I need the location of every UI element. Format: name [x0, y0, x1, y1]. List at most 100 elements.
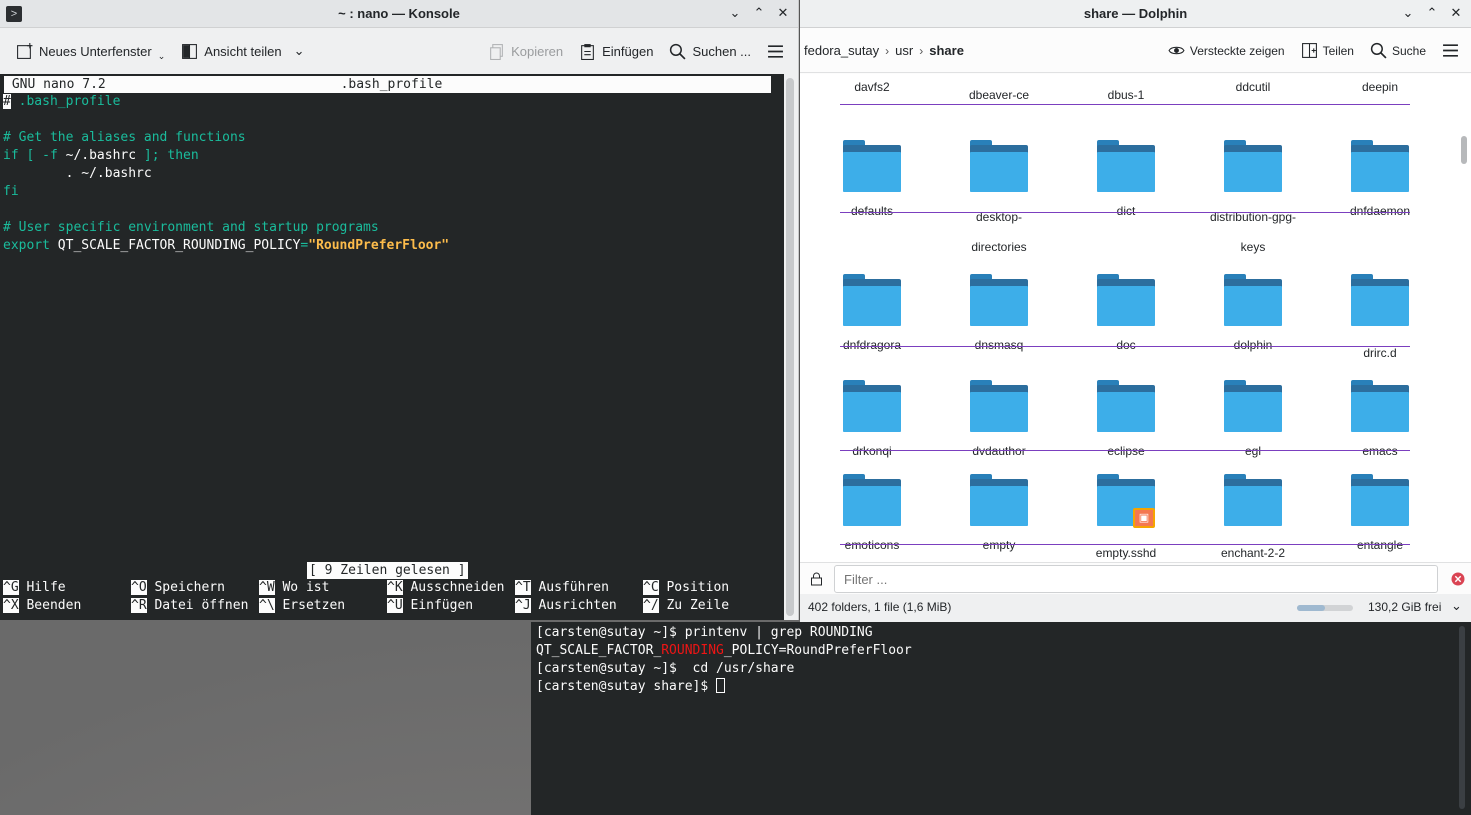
- search-button[interactable]: Suchen ...: [661, 43, 759, 60]
- shortcut-key: ^X: [3, 598, 19, 613]
- folder-item[interactable]: egl: [1193, 380, 1313, 466]
- breadcrumb-item[interactable]: share: [923, 43, 970, 58]
- folder-item[interactable]: davfs2: [812, 74, 932, 102]
- folder-item[interactable]: drkonqi: [812, 380, 932, 466]
- close-icon[interactable]: ✕: [1447, 4, 1465, 22]
- split-view-button[interactable]: Ansicht teilen ⌄: [173, 43, 312, 60]
- folder-icon: [1224, 274, 1282, 326]
- folder-item[interactable]: dnfdragora: [812, 274, 932, 360]
- breadcrumb-item[interactable]: usr: [889, 43, 919, 58]
- window-title: share — Dolphin: [1083, 6, 1188, 21]
- maximize-icon[interactable]: ⌃: [750, 4, 768, 22]
- folder-item[interactable]: defaults: [812, 140, 932, 226]
- dolphin-titlebar[interactable]: share — Dolphin ⌄ ⌃ ✕: [800, 0, 1471, 28]
- editor-line: # User specific environment and startup …: [3, 220, 379, 235]
- folder-item[interactable]: dnfdaemon: [1320, 140, 1440, 226]
- minimize-icon[interactable]: ⌄: [1399, 4, 1417, 22]
- shortcut-item: ^C Position: [643, 579, 729, 597]
- shortcut-label: Einfügen: [410, 598, 474, 613]
- hamburger-menu-icon[interactable]: [759, 43, 792, 60]
- disk-usage-fill: [1297, 605, 1325, 611]
- shortcut-label: Hilfe: [26, 580, 66, 595]
- folder-name: dvdauthor: [972, 444, 1026, 458]
- terminal-scrollbar[interactable]: [1459, 626, 1465, 809]
- clear-filter-icon[interactable]: [1451, 572, 1465, 586]
- shortcut-label: Position: [666, 580, 730, 595]
- folder-item[interactable]: desktop-directories: [939, 140, 1059, 262]
- paste-label: Einfügen: [602, 43, 654, 59]
- grep-match: ROUNDING: [661, 643, 724, 658]
- shortcut-key: ^/: [643, 598, 659, 613]
- dolphin-toolbar: fedora_sutay › usr › share Versteckte ze…: [800, 29, 1471, 73]
- folder-item[interactable]: doc: [1066, 274, 1186, 360]
- folder-name: drkonqi: [852, 444, 892, 458]
- paste-icon: [581, 43, 594, 60]
- minimize-icon[interactable]: ⌄: [726, 4, 744, 22]
- folder-name: emoticons: [844, 538, 900, 552]
- folder-item[interactable]: enchant-2-2: [1193, 474, 1313, 562]
- show-hidden-button[interactable]: Versteckte zeigen: [1160, 42, 1293, 59]
- folder-item[interactable]: dnsmasq: [939, 274, 1059, 360]
- maximize-icon[interactable]: ⌃: [1423, 4, 1441, 22]
- row-separator: [840, 104, 1410, 105]
- folder-name: defaults: [850, 204, 894, 218]
- folder-name: empty.sshd: [1095, 546, 1157, 560]
- folder-name: enchant-2-2: [1220, 546, 1286, 560]
- split-view-icon: [1301, 43, 1317, 58]
- folder-item[interactable]: ddcutil: [1193, 74, 1313, 102]
- disk-usage-bar[interactable]: [1297, 605, 1353, 611]
- folder-item[interactable]: deepin: [1320, 74, 1440, 102]
- editor-line: . ~/.bashrc: [3, 166, 152, 181]
- nano-editor[interactable]: GNU nano 7.2 .bash_profile # .bash_profi…: [0, 74, 784, 620]
- folder-icon: [1097, 380, 1155, 432]
- terminal-scrollbar[interactable]: [786, 78, 794, 616]
- folder-name: davfs2: [854, 80, 890, 94]
- folder-icon: [1351, 380, 1409, 432]
- breadcrumb-item[interactable]: fedora_sutay: [800, 43, 885, 58]
- folder-name: emacs: [1362, 444, 1398, 458]
- folder-item[interactable]: dict: [1066, 140, 1186, 226]
- folder-item[interactable]: entangle: [1320, 474, 1440, 560]
- search-button[interactable]: Suche: [1362, 42, 1434, 59]
- search-icon: [670, 43, 686, 60]
- nano-status-message: [ 9 Zeilen gelesen ]: [307, 562, 468, 579]
- terminal-line: QT_SCALE_FACTOR_ROUNDING_POLICY=RoundPre…: [536, 643, 912, 658]
- folder-item[interactable]: empty: [939, 474, 1059, 560]
- paste-button[interactable]: Einfügen: [571, 43, 661, 60]
- folder-icon: [843, 380, 901, 432]
- file-view[interactable]: davfs2 dbeaver-ce dbus-1 ddcutil deepin defau…: [800, 74, 1471, 562]
- konsole-titlebar[interactable]: > ~ : nano — Konsole ⌄ ⌃ ✕: [0, 0, 798, 28]
- split-button[interactable]: Teilen: [1293, 42, 1362, 59]
- close-icon[interactable]: ✕: [774, 4, 792, 22]
- folder-icon: [1097, 274, 1155, 326]
- folder-item[interactable]: eclipse: [1066, 380, 1186, 466]
- folder-icon: [843, 140, 901, 192]
- terminal-window[interactable]: [carsten@sutay ~]$ printenv | grep ROUND…: [531, 622, 1471, 815]
- eye-icon: [1168, 46, 1185, 55]
- folder-item[interactable]: dolphin: [1193, 274, 1313, 360]
- folder-icon: [1351, 140, 1409, 192]
- shortcut-item: ^G Hilfe: [3, 579, 66, 597]
- file-view-scrollbar[interactable]: [1461, 136, 1467, 164]
- folder-item[interactable]: distribution-gpg-keys: [1193, 140, 1313, 262]
- hamburger-menu-icon[interactable]: [1434, 42, 1467, 59]
- folder-name: dbeaver-ce: [968, 88, 1030, 102]
- folder-item[interactable]: emoticons: [812, 474, 932, 560]
- folder-item[interactable]: dvdauthor: [939, 380, 1059, 466]
- new-tab-icon: [17, 42, 33, 59]
- shortcut-item: ^J Ausrichten: [515, 597, 617, 615]
- folder-name: deepin: [1361, 80, 1399, 94]
- chevron-down-icon[interactable]: ⌄: [1451, 598, 1462, 614]
- new-tab-button[interactable]: Neues Unterfenster ⌄: [8, 41, 173, 62]
- folder-item[interactable]: drirc.d: [1320, 274, 1440, 368]
- folder-item[interactable]: emacs: [1320, 380, 1440, 466]
- lock-icon[interactable]: [810, 572, 823, 586]
- folder-icon: [970, 140, 1028, 192]
- filter-input[interactable]: [834, 565, 1438, 593]
- folder-name: desktop-directories: [971, 210, 1027, 254]
- folder-item[interactable]: ▣ empty.sshd: [1066, 474, 1186, 562]
- editor-line: if [ -f ~/.bashrc ]; then: [3, 148, 199, 163]
- copy-button[interactable]: Kopieren: [480, 43, 571, 60]
- free-space-label: 130,2 GiB frei: [1368, 600, 1442, 614]
- row-separator: [840, 346, 1410, 347]
